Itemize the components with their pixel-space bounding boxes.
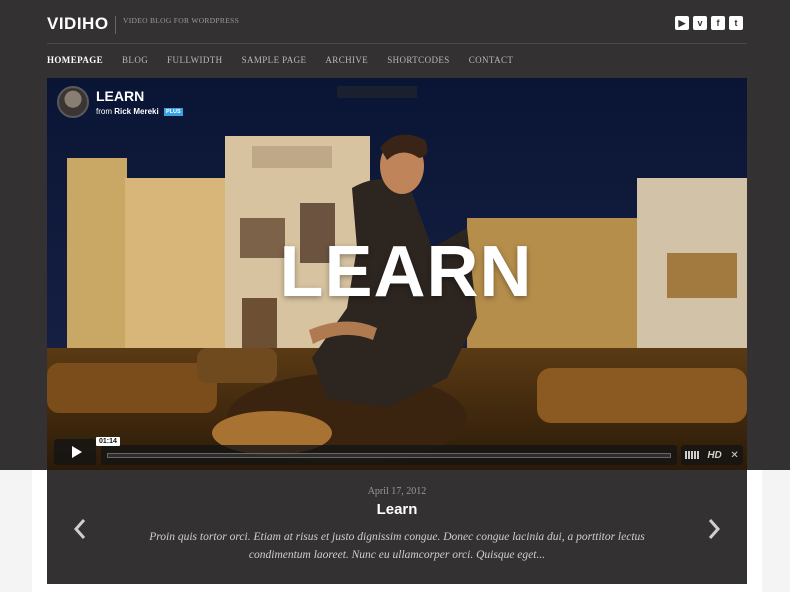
next-arrow-icon[interactable] (707, 518, 721, 540)
fullscreen-icon[interactable]: ✕ (730, 450, 738, 461)
from-prefix: from (96, 107, 112, 116)
site-header: VIDIHO VIDEO BLOG FOR WORDPRESS ▶ v f t (47, 0, 747, 44)
post-excerpt: Proin quis tortor orci. Etiam at risus e… (149, 531, 645, 561)
nav-homepage[interactable]: HOMEPAGE (47, 55, 103, 65)
video-author-line: from Rick Mereki PLUS (96, 107, 183, 116)
vimeo-icon[interactable]: v (693, 16, 707, 30)
play-button[interactable] (54, 439, 96, 465)
nav-sample-page[interactable]: SAMPLE PAGE (242, 55, 307, 65)
twitter-icon[interactable]: t (729, 16, 743, 30)
post-date: April 17, 2012 (367, 486, 427, 497)
nav-blog[interactable]: BLOG (122, 55, 148, 65)
main-nav: HOMEPAGE BLOG FULLWIDTH SAMPLE PAGE ARCH… (47, 55, 513, 65)
previous-arrow-icon[interactable] (73, 518, 87, 540)
author-avatar[interactable] (57, 86, 89, 118)
player-right-controls: HD ✕ (681, 445, 743, 465)
post-title[interactable]: Learn (47, 501, 747, 518)
site-tagline: VIDEO BLOG FOR WORDPRESS (123, 16, 240, 25)
player-controls: 01:14 HD ✕ (47, 437, 747, 470)
nav-fullwidth[interactable]: FULLWIDTH (167, 55, 222, 65)
video-player[interactable]: LEARN LEARN from Rick Mereki PLUS 01:14 … (47, 78, 747, 470)
video-title-overlay: LEARN (47, 78, 747, 470)
plus-badge: PLUS (163, 108, 183, 116)
logo-divider (115, 16, 116, 34)
video-overlay-text: LEARN (279, 232, 533, 312)
youtube-icon[interactable]: ▶ (675, 16, 689, 30)
nav-contact[interactable]: CONTACT (469, 55, 514, 65)
site-logo[interactable]: VIDIHO (47, 14, 109, 34)
nav-archive[interactable]: ARCHIVE (325, 55, 368, 65)
video-byline: LEARN from Rick Mereki PLUS (57, 86, 183, 118)
post-slider: April 17, 2012 Learn Proin quis tortor o… (47, 470, 747, 584)
social-links: ▶ v f t (675, 16, 743, 30)
video-title[interactable]: LEARN (96, 88, 183, 104)
progress-track[interactable] (107, 453, 671, 458)
hd-button[interactable]: HD (707, 450, 721, 461)
author-name[interactable]: Rick Mereki (114, 107, 158, 116)
nav-shortcodes[interactable]: SHORTCODES (387, 55, 449, 65)
volume-icon[interactable] (685, 451, 699, 459)
facebook-icon[interactable]: f (711, 16, 725, 30)
time-tooltip: 01:14 (96, 437, 120, 446)
progress-bar[interactable] (101, 445, 677, 465)
